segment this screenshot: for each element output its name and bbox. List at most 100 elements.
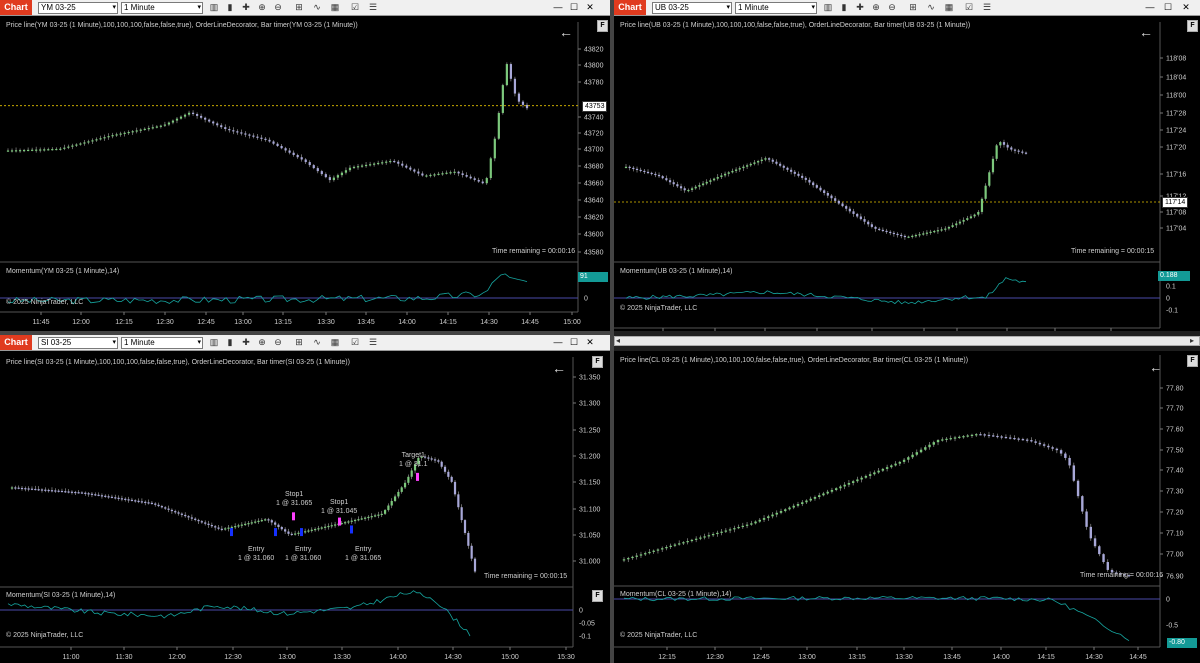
minimize-button[interactable]: — [552, 1, 564, 13]
zoom-in-icon[interactable]: ⊕ [256, 2, 268, 13]
maximize-button[interactable]: ☐ [568, 1, 580, 13]
candle-body [1004, 436, 1008, 439]
zoom-in-icon[interactable]: ⊕ [870, 2, 882, 13]
candle-body [707, 535, 711, 537]
chart-style-icon[interactable]: ▮ [224, 337, 236, 348]
drawing-tools-icon[interactable]: ⊞ [293, 2, 305, 13]
y-tick-label: 31.250 [579, 428, 601, 435]
candle-body [650, 172, 653, 175]
strategies-icon[interactable]: ▦ [329, 2, 341, 13]
maximize-button[interactable]: ☐ [568, 336, 580, 348]
candle-body [848, 208, 851, 212]
x-tick-label: 14:30 [480, 319, 498, 326]
minimize-button[interactable]: — [1144, 1, 1156, 13]
candle-body [410, 470, 413, 477]
candle-body [103, 137, 106, 139]
candle-body [79, 143, 82, 145]
zoom-out-icon[interactable]: ⊖ [272, 337, 284, 348]
crosshair-icon[interactable]: ✚ [240, 2, 252, 13]
indicators-icon[interactable]: ∿ [311, 2, 323, 13]
horizontal-splitter-left[interactable] [0, 331, 610, 335]
candle-body [200, 115, 203, 118]
indicators-icon[interactable]: ∿ [925, 2, 937, 13]
drawing-tools-icon[interactable]: ⊞ [293, 337, 305, 348]
candle-body [91, 140, 94, 142]
scroll-right-icon[interactable]: ▸ [1190, 336, 1194, 345]
chart-style-icon[interactable]: ▮ [838, 2, 850, 13]
y-tick-label: 43680 [584, 164, 604, 171]
scroll-left-icon[interactable]: ◂ [616, 336, 620, 345]
y-tick-label: 118'08 [1166, 56, 1186, 63]
crosshair-icon[interactable]: ✚ [240, 337, 252, 348]
close-button[interactable]: ✕ [584, 336, 596, 348]
chart-menu-button[interactable]: Chart [0, 335, 32, 350]
properties-icon[interactable]: ☑ [963, 2, 975, 13]
chart-menu-button[interactable]: Chart [0, 0, 32, 15]
bars-type-icon[interactable]: ▥ [208, 2, 220, 13]
properties-icon[interactable]: ☑ [349, 2, 361, 13]
candle-body [397, 161, 400, 164]
candle-body [250, 522, 253, 524]
candle-body [385, 161, 388, 163]
y-tick-label: 43660 [584, 181, 604, 188]
f-box-indicator[interactable]: F [592, 590, 603, 602]
candle-body [845, 206, 848, 209]
maximize-button[interactable]: ☐ [1162, 1, 1174, 13]
x-tick-label: 13:30 [333, 654, 351, 661]
y-tick-label: 117'16 [1166, 172, 1186, 179]
bars-type-icon[interactable]: ▥ [822, 2, 834, 13]
candle-body [443, 466, 447, 472]
candle-body [425, 175, 428, 177]
list-icon[interactable]: ☰ [367, 337, 379, 348]
candle-body [790, 169, 793, 172]
chart-menu-button[interactable]: Chart [614, 0, 646, 15]
momentum-line [7, 273, 528, 305]
candle-body [521, 101, 525, 105]
y-tick-label: 31.200 [579, 454, 601, 461]
candle-body [1006, 144, 1009, 148]
interval-selector[interactable]: 1 Minute ▾ [121, 337, 203, 349]
zoom-out-icon[interactable]: ⊖ [886, 2, 898, 13]
x-tick-label: 12:30 [224, 654, 242, 661]
candle-body [457, 494, 460, 508]
bars-type-icon[interactable]: ▥ [208, 337, 220, 348]
strategies-icon[interactable]: ▦ [943, 2, 955, 13]
candle-body [1102, 554, 1105, 563]
x-tick-label: 14:30 [444, 654, 462, 661]
annotation-qty: 1 @ 31.065 [345, 555, 382, 562]
indicators-icon[interactable]: ∿ [311, 337, 323, 348]
y-tick-label: 77.40 [1166, 468, 1184, 475]
candle-body [160, 506, 163, 508]
crosshair-icon[interactable]: ✚ [854, 2, 866, 13]
candle-body [782, 165, 785, 168]
candle-body [793, 171, 796, 174]
candle-body [327, 525, 330, 528]
strategies-icon[interactable]: ▦ [329, 337, 341, 348]
interval-selector[interactable]: 1 Minute ▾ [121, 2, 203, 14]
properties-icon[interactable]: ☑ [349, 337, 361, 348]
close-button[interactable]: ✕ [1180, 1, 1192, 13]
horizontal-scrollbar[interactable] [614, 336, 1200, 346]
candle-body [907, 457, 910, 460]
candle-body [413, 169, 416, 172]
interval-selector[interactable]: 1 Minute ▾ [735, 2, 817, 14]
list-icon[interactable]: ☰ [981, 2, 993, 13]
candle-body [40, 489, 44, 491]
chart-style-icon[interactable]: ▮ [224, 2, 236, 13]
close-button[interactable]: ✕ [584, 1, 596, 13]
instrument-selector[interactable]: SI 03-25 ▾ [38, 337, 118, 349]
zoom-in-icon[interactable]: ⊕ [256, 337, 268, 348]
y-tick-label: 117'24 [1166, 128, 1186, 135]
list-icon[interactable]: ☰ [367, 2, 379, 13]
candle-body [368, 164, 372, 166]
drawing-tools-icon[interactable]: ⊞ [907, 2, 919, 13]
y-tick-label: 31.350 [579, 375, 601, 382]
trade-marker [230, 528, 233, 537]
instrument-selector[interactable]: UB 03-25 ▾ [652, 2, 732, 14]
zoom-out-icon[interactable]: ⊖ [272, 2, 284, 13]
candle-body [95, 139, 98, 141]
candle-body [660, 548, 664, 550]
instrument-selector[interactable]: YM 03-25 ▾ [38, 2, 118, 14]
minimize-button[interactable]: — [552, 336, 564, 348]
candle-body [815, 185, 818, 188]
